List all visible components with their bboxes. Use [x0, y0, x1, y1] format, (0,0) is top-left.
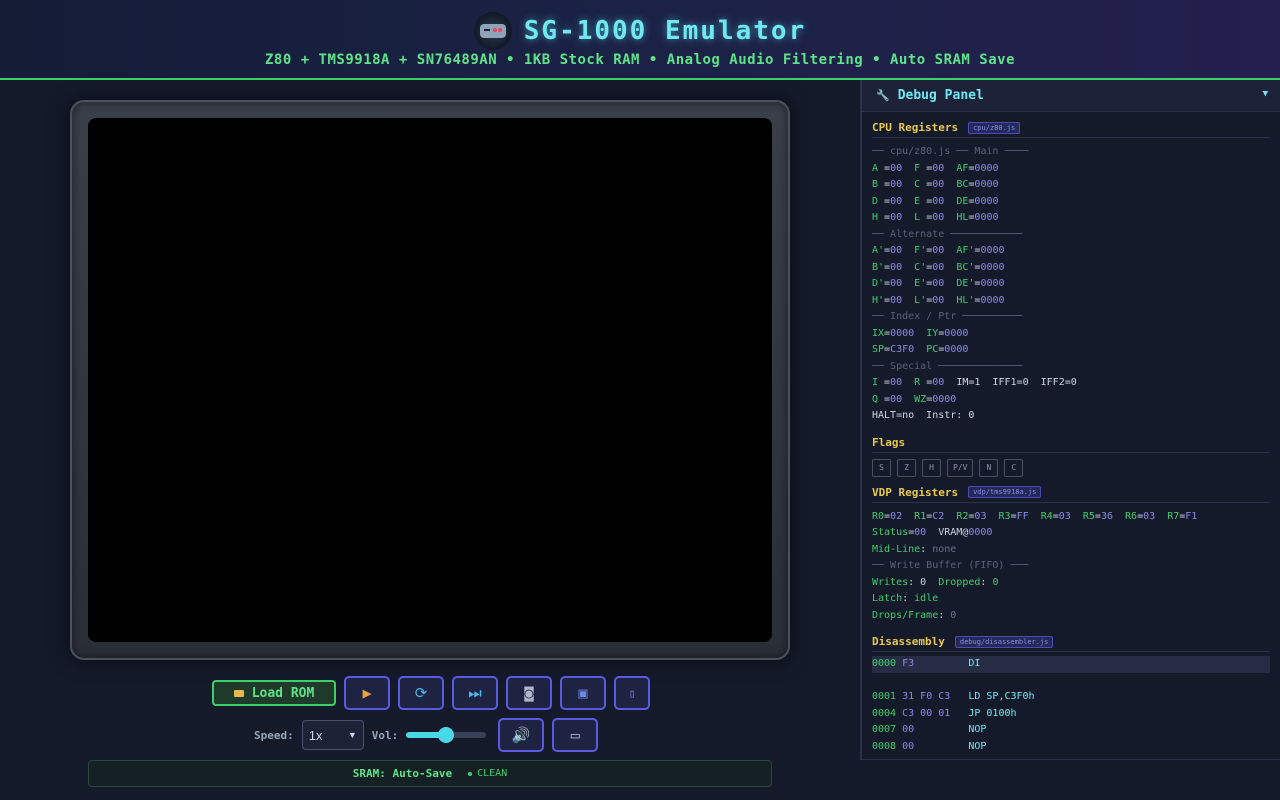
- vdp-midline-row: Mid-Line: none: [872, 543, 957, 555]
- gamepad-icon: [473, 12, 512, 50]
- load-rom-button[interactable]: Load ROM: [212, 680, 336, 706]
- screen-bezel: [70, 100, 790, 660]
- fast-forward-icon: ⏭: [468, 684, 482, 702]
- cpu-section: CPU Registers cpu/z80.js ── cpu/z80.js ─…: [862, 120, 1280, 425]
- vdp-writes-row: Writes: 0 Dropped: 0: [872, 576, 999, 588]
- disassembly-row[interactable]: 0008 00 NOP: [872, 739, 1270, 756]
- flag-n: N: [979, 458, 999, 477]
- disassembly-section-title: Disassembly: [872, 635, 945, 648]
- vdp-drops-row: Drops/Frame: 0: [872, 609, 957, 621]
- debug-panel-title: Debug Panel: [897, 88, 984, 103]
- alternate-registers: A'=00 F'=00 AF'=0000 B'=00 C'=00 BC'=0000…: [872, 243, 1270, 309]
- wrench-icon: 🔧: [876, 89, 890, 102]
- speed-label: Speed:: [254, 728, 294, 742]
- vdp-section-title: VDP Registers: [872, 485, 959, 499]
- sram-status-bar: SRAM: Auto-Save CLEAN: [88, 760, 772, 787]
- flag-z: Z: [897, 458, 916, 477]
- disassembly-source-badge: debug/disassembler.js: [954, 635, 1054, 648]
- sram-status-text: CLEAN: [477, 768, 508, 779]
- folder-icon: [233, 689, 244, 697]
- camera-icon: ◙: [524, 684, 534, 702]
- flags-section-title: Flags: [872, 435, 906, 449]
- debug-panel: 🔧 Debug Panel ▼ CPU Registers cpu/z80.js…: [860, 80, 1280, 760]
- vdp-registers-row: R0=02 R1=C2 R2=03 R3=FF R4=03 R5=36 R6=0…: [872, 510, 1198, 522]
- tv-icon: ▭: [570, 726, 580, 744]
- chevron-down-icon: ▼: [347, 730, 357, 740]
- cpu-section-title: CPU Registers: [872, 121, 959, 134]
- flag-s: S: [872, 458, 891, 477]
- special-registers-row-1: I =00 R =00 IM=1 IFF1=0 IFF2=0: [872, 377, 1077, 388]
- group-alt-label: ── Alternate ────────────: [872, 228, 1023, 240]
- main-registers: A =00 F =00 AF=0000 B =00 C =00 BC=0000 D …: [872, 161, 1270, 227]
- reset-icon: ⟳: [414, 684, 428, 702]
- speaker-icon: 🔊: [511, 726, 531, 744]
- flags-section: Flags S Z H P/V N C: [862, 435, 1280, 477]
- info-icon: ▯: [628, 686, 636, 700]
- main-register-row: D =00 E =00 DE=0000: [872, 195, 999, 207]
- halt-status: HALT=no Instr: 0: [872, 410, 975, 421]
- reset-button[interactable]: ⟳: [398, 676, 444, 710]
- flag-pv: P/V: [947, 458, 974, 477]
- emulator-screen[interactable]: [88, 118, 772, 642]
- volume-thumb[interactable]: [438, 727, 455, 743]
- info-button[interactable]: ▯: [614, 676, 650, 710]
- index-registers-row-1: IX=0000 IY=0000: [872, 327, 969, 339]
- main-register-row: A =00 F =00 AF=0000: [872, 162, 999, 174]
- speed-select[interactable]: 1x ▼: [301, 720, 364, 750]
- alternate-register-row: D'=00 E'=00 DE'=0000: [872, 278, 1005, 289]
- vdp-section: VDP Registers vdp/tms9918a.js R0=02 R1=C…: [862, 485, 1280, 625]
- disassembly-row-current[interactable]: 0000 F3 DI: [872, 656, 1270, 673]
- disassembly-list: 0000 F3 DI 0001 31 F0 C3 LD SP,C3F0h 0004 …: [872, 656, 1270, 755]
- settings-bar: Speed: 1x ▼ Vol: 🔊 ▭: [254, 718, 599, 752]
- group-special-label: ── Special ──────────────: [872, 360, 1023, 372]
- group-main-label: ── cpu/z80.js ── Main ────: [872, 146, 1029, 157]
- vdp-source-badge: vdp/tms9918a.js: [968, 486, 1042, 498]
- load-rom-label: Load ROM: [251, 685, 315, 701]
- display-mode-button[interactable]: ▭: [552, 718, 599, 752]
- chevron-down-icon[interactable]: ▼: [1263, 89, 1268, 99]
- volume-label: Vol:: [371, 728, 399, 742]
- disassembly-row[interactable]: [872, 673, 1270, 690]
- sram-status: CLEAN: [468, 768, 507, 779]
- disassembly-section: Disassembly debug/disassembler.js 0000 F…: [862, 634, 1280, 755]
- disassembly-row[interactable]: 0001 31 F0 C3 LD SP,C3F0h: [872, 689, 1270, 706]
- fast-forward-button[interactable]: ⏭: [452, 676, 498, 710]
- screenshot-button[interactable]: ◙: [506, 676, 552, 710]
- special-registers-row-2: Q =00 WZ=0000: [872, 393, 957, 405]
- vdp-status-row: Status=00 VRAM@0000: [872, 527, 993, 538]
- status-dot-icon: [468, 771, 473, 776]
- play-icon: ▶: [362, 684, 372, 702]
- play-button[interactable]: ▶: [344, 676, 390, 710]
- alternate-register-row: A'=00 F'=00 AF'=0000: [872, 245, 1005, 256]
- group-index-label: ── Index / Ptr ──────────: [872, 311, 1023, 322]
- control-bar: Load ROM ▶ ⟳ ⏭ ◙ ▣ ▯: [212, 676, 650, 710]
- main-register-row: H =00 L =00 HL=0000: [872, 212, 999, 223]
- speed-value: 1x: [308, 727, 323, 743]
- alternate-register-row: H'=00 L'=00 HL'=0000: [872, 294, 1005, 306]
- flag-list: S Z H P/V N C: [872, 458, 1270, 477]
- disassembly-row[interactable]: 0004 C3 00 01 JP 0100h: [872, 706, 1270, 723]
- sram-label: SRAM: Auto-Save: [352, 767, 453, 780]
- mute-button[interactable]: 🔊: [498, 718, 545, 752]
- app-subtitle: Z80 + TMS9918A + SN76489AN • 1KB Stock R…: [264, 52, 1015, 68]
- main-register-row: B =00 C =00 BC=0000: [872, 179, 999, 190]
- vdp-latch-row: Latch: idle: [872, 593, 939, 604]
- app-title: SG-1000 Emulator: [523, 16, 807, 46]
- save-icon: ▣: [578, 684, 588, 702]
- save-state-button[interactable]: ▣: [560, 676, 606, 710]
- debug-panel-header[interactable]: 🔧 Debug Panel ▼: [862, 80, 1280, 112]
- group-fifo-label: ── Write Buffer (FIFO) ───: [872, 560, 1029, 571]
- index-registers-row-2: SP=C3F0 PC=0000: [872, 344, 969, 355]
- app-header: SG-1000 Emulator Z80 + TMS9918A + SN7648…: [0, 0, 1280, 80]
- volume-slider[interactable]: [406, 727, 487, 743]
- flag-c: C: [1004, 458, 1024, 477]
- flag-h: H: [922, 458, 941, 477]
- disassembly-row[interactable]: 0007 00 NOP: [872, 722, 1270, 739]
- cpu-source-badge: cpu/z80.js: [968, 121, 1021, 134]
- alternate-register-row: B'=00 C'=00 BC'=0000: [872, 261, 1005, 273]
